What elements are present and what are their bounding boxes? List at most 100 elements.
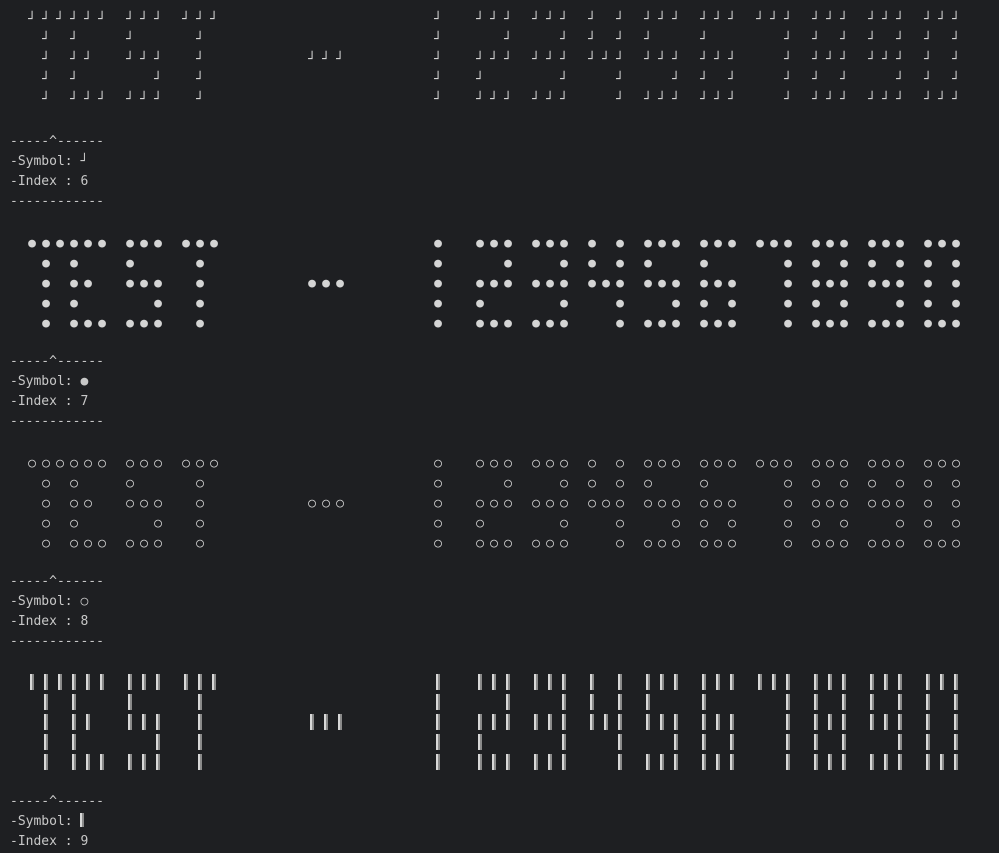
banner-cell: ┘ (826, 92, 834, 107)
banner-cell (193, 754, 207, 774)
banner-cell: ┘ (42, 72, 50, 87)
bar-glyph-icon (86, 714, 90, 730)
banner-cell (865, 694, 879, 714)
banner-cell: ○ (308, 496, 316, 511)
banner-cell: ● (868, 316, 876, 331)
banner-cell (837, 734, 851, 754)
index-line: -Index : 8 (10, 612, 88, 632)
banner-cell (697, 754, 711, 774)
banner-cell: ○ (700, 496, 708, 511)
banner-cell: ● (896, 276, 904, 291)
banner-cell: ● (938, 236, 946, 251)
banner-cell: ● (896, 256, 904, 271)
banner-cell: ┘ (784, 12, 792, 27)
banner-cell: ○ (700, 516, 708, 531)
banner-cell (207, 674, 221, 694)
banner-cell: ● (938, 316, 946, 331)
banner-cell: ○ (196, 496, 204, 511)
banner-cell (529, 714, 543, 734)
banner-cell: ● (812, 236, 820, 251)
banner-cell: ○ (70, 536, 78, 551)
banner-cell: ● (336, 276, 344, 291)
separator-top: -----^------ (10, 794, 104, 809)
banner-cell: ○ (616, 536, 624, 551)
bar-glyph-icon (590, 694, 594, 710)
banner-cell: ┘ (658, 52, 666, 67)
banner-cell: ┘ (840, 92, 848, 107)
banner-cell: ┘ (616, 92, 624, 107)
banner-cell: ┘ (700, 12, 708, 27)
banner-cell: ┘ (938, 12, 946, 27)
index-label: -Index : (10, 174, 81, 189)
banner-cell: ┘ (140, 92, 148, 107)
banner-cell: ● (42, 276, 50, 291)
bar-glyph-icon (128, 714, 132, 730)
banner-cell (123, 754, 137, 774)
banner-cell: ┘ (504, 32, 512, 47)
separator-bottom: ------------ (10, 634, 104, 649)
banner-cell: ○ (154, 496, 162, 511)
bar-glyph-icon (758, 674, 762, 690)
banner-cell: ○ (546, 456, 554, 471)
symbol-label: -Symbol: (10, 814, 81, 829)
banner-cell (669, 734, 683, 754)
banner-cell: ┘ (84, 52, 92, 67)
bar-glyph-icon (212, 674, 216, 690)
banner-cell: ● (126, 236, 134, 251)
bar-glyph-icon (786, 734, 790, 750)
index-label: -Index : (10, 394, 81, 409)
banner-cell: ● (700, 256, 708, 271)
banner-cell (613, 754, 627, 774)
banner-cell: ● (490, 276, 498, 291)
banner-cell: ● (532, 316, 540, 331)
banner-cell: ○ (154, 516, 162, 531)
banner-cell: ● (196, 276, 204, 291)
banner-cell: ○ (434, 496, 442, 511)
banner-cell: ┘ (812, 12, 820, 27)
banner-cell: ○ (196, 536, 204, 551)
banner-cell: ○ (504, 536, 512, 551)
banner-cell: ○ (784, 456, 792, 471)
banner-cell (473, 754, 487, 774)
banner-cell (949, 734, 963, 754)
banner-cell: ● (812, 276, 820, 291)
banner-cell: ┘ (658, 12, 666, 27)
banner-cell: ○ (70, 516, 78, 531)
banner-cell: ● (42, 296, 50, 311)
banner-cell (123, 674, 137, 694)
banner-cell: ┘ (756, 12, 764, 27)
bar-glyph-icon (142, 674, 146, 690)
banner-cell: ○ (98, 536, 106, 551)
bar-glyph-icon (954, 734, 958, 750)
banner-cell: ○ (504, 456, 512, 471)
banner-cell (319, 714, 333, 734)
banner-cell: ┘ (588, 52, 596, 67)
bar-glyph-icon (898, 714, 902, 730)
banner-cell: ○ (84, 456, 92, 471)
banner-cell: ○ (560, 456, 568, 471)
banner-cell: ○ (84, 536, 92, 551)
banner-cell: ○ (770, 456, 778, 471)
bar-glyph-icon (870, 674, 874, 690)
banner-cell: ● (728, 296, 736, 311)
banner-cell: ○ (434, 516, 442, 531)
banner-cell: ● (532, 276, 540, 291)
bar-glyph-icon (674, 714, 678, 730)
banner-cell: ┘ (924, 92, 932, 107)
banner-cell: ┘ (924, 72, 932, 87)
banner-cell: ○ (840, 516, 848, 531)
banner-cell: ○ (196, 456, 204, 471)
bar-glyph-icon (870, 754, 874, 770)
ascii-banner: ○ ○ ○ ○ ○ ○ ○ ○ ○ ○ ○ ○ ○ ○ ○ ○ ○ ○ ○ ○ ○ ○ ○ ○ ○ ○ ○ ○ ○ ○ ○ ○ ○ ○ ○ ○ ○ ○ ○ ○… (0, 454, 999, 564)
banner-cell: ○ (672, 496, 680, 511)
banner-cell: ┘ (504, 92, 512, 107)
banner-cell: ┘ (784, 32, 792, 47)
bar-glyph-icon (492, 754, 496, 770)
banner-cell: ● (616, 296, 624, 311)
banner-cell: ● (504, 276, 512, 291)
banner-cell: ○ (938, 536, 946, 551)
banner-cell (949, 694, 963, 714)
banner-cell: ● (154, 236, 162, 251)
banner-cell: ● (728, 236, 736, 251)
banner-cell: ○ (672, 516, 680, 531)
